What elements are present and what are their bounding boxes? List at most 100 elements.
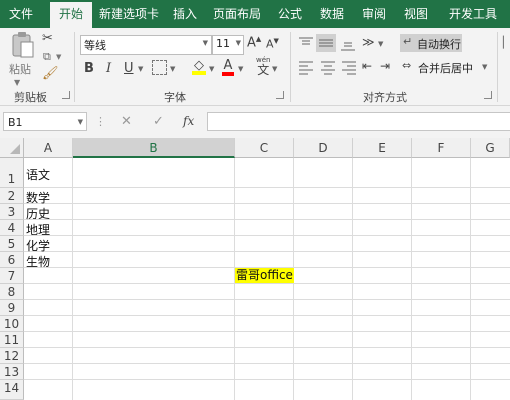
font-name-dropdown-icon: ▼ xyxy=(202,39,208,47)
borders-dropdown-icon[interactable]: ▼ xyxy=(170,65,175,73)
row-header-6[interactable]: 6 xyxy=(0,252,24,268)
align-top-icon[interactable] xyxy=(298,37,314,51)
underline-button[interactable]: U xyxy=(124,61,134,76)
wrap-text-button[interactable]: ↵ 自动换行 xyxy=(400,34,462,52)
font-size-select[interactable]: 11 ▼ xyxy=(212,35,244,55)
row-header-3[interactable]: 3 xyxy=(0,204,24,220)
tab-file[interactable]: 文件 xyxy=(0,0,42,28)
tab-view[interactable]: 视图 xyxy=(398,0,434,28)
decrease-indent-icon[interactable]: ⇤ xyxy=(362,59,372,73)
tab-developer[interactable]: 开发工具 xyxy=(442,0,504,28)
row-header-8[interactable]: 8 xyxy=(0,284,24,300)
paste-dropdown-icon[interactable]: ▼ xyxy=(14,78,20,87)
gridline xyxy=(24,251,510,252)
merge-center-label: 合并后居中 xyxy=(418,62,473,75)
align-center-icon[interactable] xyxy=(320,61,336,75)
column-header-e[interactable]: E xyxy=(353,138,412,158)
row-header-11[interactable]: 11 xyxy=(0,332,24,348)
copy-icon[interactable]: ⧉ xyxy=(43,50,51,64)
cell-a5[interactable]: 化学 xyxy=(26,237,50,254)
select-all-corner[interactable] xyxy=(0,138,24,158)
format-painter-icon[interactable]: 🖌 xyxy=(42,66,59,81)
copy-dropdown-icon[interactable]: ▼ xyxy=(56,53,61,61)
insert-function-icon[interactable]: fx xyxy=(183,114,194,128)
font-size-value: 11 xyxy=(216,37,230,50)
column-header-f[interactable]: F xyxy=(412,138,471,158)
tab-data[interactable]: 数据 xyxy=(314,0,350,28)
alignment-group-label: 对齐方式 xyxy=(363,91,407,104)
enter-icon[interactable]: ✓ xyxy=(153,114,164,129)
align-middle-icon[interactable] xyxy=(316,34,336,52)
cell-a1[interactable]: 语文 xyxy=(26,166,50,183)
grow-font-icon[interactable]: A▲ xyxy=(247,35,261,50)
alignment-launcher-icon[interactable] xyxy=(484,91,492,99)
row-header-10[interactable]: 10 xyxy=(0,316,24,332)
cell-a2[interactable]: 数学 xyxy=(26,189,50,206)
font-launcher-icon[interactable] xyxy=(276,91,284,99)
fill-color-icon[interactable]: ◇ xyxy=(192,58,206,75)
align-left-icon[interactable] xyxy=(298,61,314,75)
row-header-13[interactable]: 13 xyxy=(0,364,24,380)
row-header-9[interactable]: 9 xyxy=(0,300,24,316)
orientation-dropdown-icon[interactable]: ▼ xyxy=(378,40,383,48)
wrap-text-label: 自动换行 xyxy=(417,38,461,51)
phonetic-guide-icon[interactable]: wén 文 xyxy=(256,56,270,77)
column-header-g[interactable]: G xyxy=(471,138,510,158)
tab-formulas[interactable]: 公式 xyxy=(272,0,308,28)
row-header-4[interactable]: 4 xyxy=(0,220,24,236)
row-header-5[interactable]: 5 xyxy=(0,236,24,252)
name-box-value: B1 xyxy=(8,116,23,129)
formula-input[interactable] xyxy=(207,112,510,131)
row-header-7[interactable]: 7 xyxy=(0,268,24,284)
shrink-font-icon[interactable]: A▼ xyxy=(266,37,279,51)
gridline xyxy=(24,283,510,284)
cell-a4[interactable]: 地理 xyxy=(26,221,50,238)
fill-color-dropdown-icon[interactable]: ▼ xyxy=(209,65,214,73)
name-box-dropdown-icon[interactable]: ▼ xyxy=(78,113,83,132)
font-name-value: 等线 xyxy=(84,39,106,52)
phonetic-dropdown-icon[interactable]: ▼ xyxy=(272,65,277,73)
cut-icon[interactable]: ✂ xyxy=(42,31,53,46)
tab-insert[interactable]: 插入 xyxy=(166,0,204,28)
align-bottom-icon[interactable] xyxy=(340,37,356,51)
row-header-14[interactable]: 14 xyxy=(0,380,24,400)
gridline xyxy=(24,331,510,332)
orientation-icon[interactable]: ≫ xyxy=(362,35,375,49)
clipboard-launcher-icon[interactable] xyxy=(62,91,70,99)
formula-bar-grip-icon: ⋮ xyxy=(95,115,106,128)
tab-home[interactable]: 开始 xyxy=(50,2,92,28)
borders-icon[interactable] xyxy=(152,60,167,75)
ribbon-home: 粘贴 ▼ ✂ ⧉ ▼ 🖌 剪贴板 等线 ▼ 11 ▼ A▲ A▼ B I U ▼… xyxy=(0,28,510,106)
gridline xyxy=(24,299,510,300)
font-name-select[interactable]: 等线 ▼ xyxy=(80,35,212,55)
column-header-d[interactable]: D xyxy=(294,138,353,158)
gridline xyxy=(24,315,510,316)
italic-button[interactable]: I xyxy=(106,61,111,76)
gridline xyxy=(24,219,510,220)
column-header-c[interactable]: C xyxy=(235,138,294,158)
column-header-b[interactable]: B xyxy=(73,138,235,158)
align-right-icon[interactable] xyxy=(341,61,357,75)
column-header-a[interactable]: A xyxy=(24,138,73,158)
cell-a6[interactable]: 生物 xyxy=(26,253,50,270)
number-format-icon[interactable]: ▏ xyxy=(503,36,510,49)
cell-a3[interactable]: 历史 xyxy=(26,205,50,222)
font-color-dropdown-icon[interactable]: ▼ xyxy=(238,65,243,73)
tab-review[interactable]: 审阅 xyxy=(356,0,392,28)
bold-button[interactable]: B xyxy=(84,61,94,76)
underline-dropdown-icon[interactable]: ▼ xyxy=(138,65,143,73)
increase-indent-icon[interactable]: ⇥ xyxy=(380,59,390,73)
tab-new[interactable]: 新建选项卡 xyxy=(96,0,162,28)
font-color-icon[interactable]: A xyxy=(222,58,234,76)
cell-c7[interactable]: 雷哥office xyxy=(235,268,294,283)
tab-page-layout[interactable]: 页面布局 xyxy=(210,0,264,28)
row-header-1[interactable]: 1 xyxy=(0,158,24,188)
merge-center-button[interactable]: ⇔ 合并后居中 ▼ xyxy=(402,58,492,76)
cancel-icon[interactable]: ✕ xyxy=(121,114,132,129)
row-header-12[interactable]: 12 xyxy=(0,348,24,364)
paste-button[interactable]: 粘贴 xyxy=(6,30,40,78)
gridline xyxy=(24,203,510,204)
font-group-label: 字体 xyxy=(164,91,186,104)
row-header-2[interactable]: 2 xyxy=(0,188,24,204)
name-box[interactable]: B1 ▼ xyxy=(3,112,87,131)
